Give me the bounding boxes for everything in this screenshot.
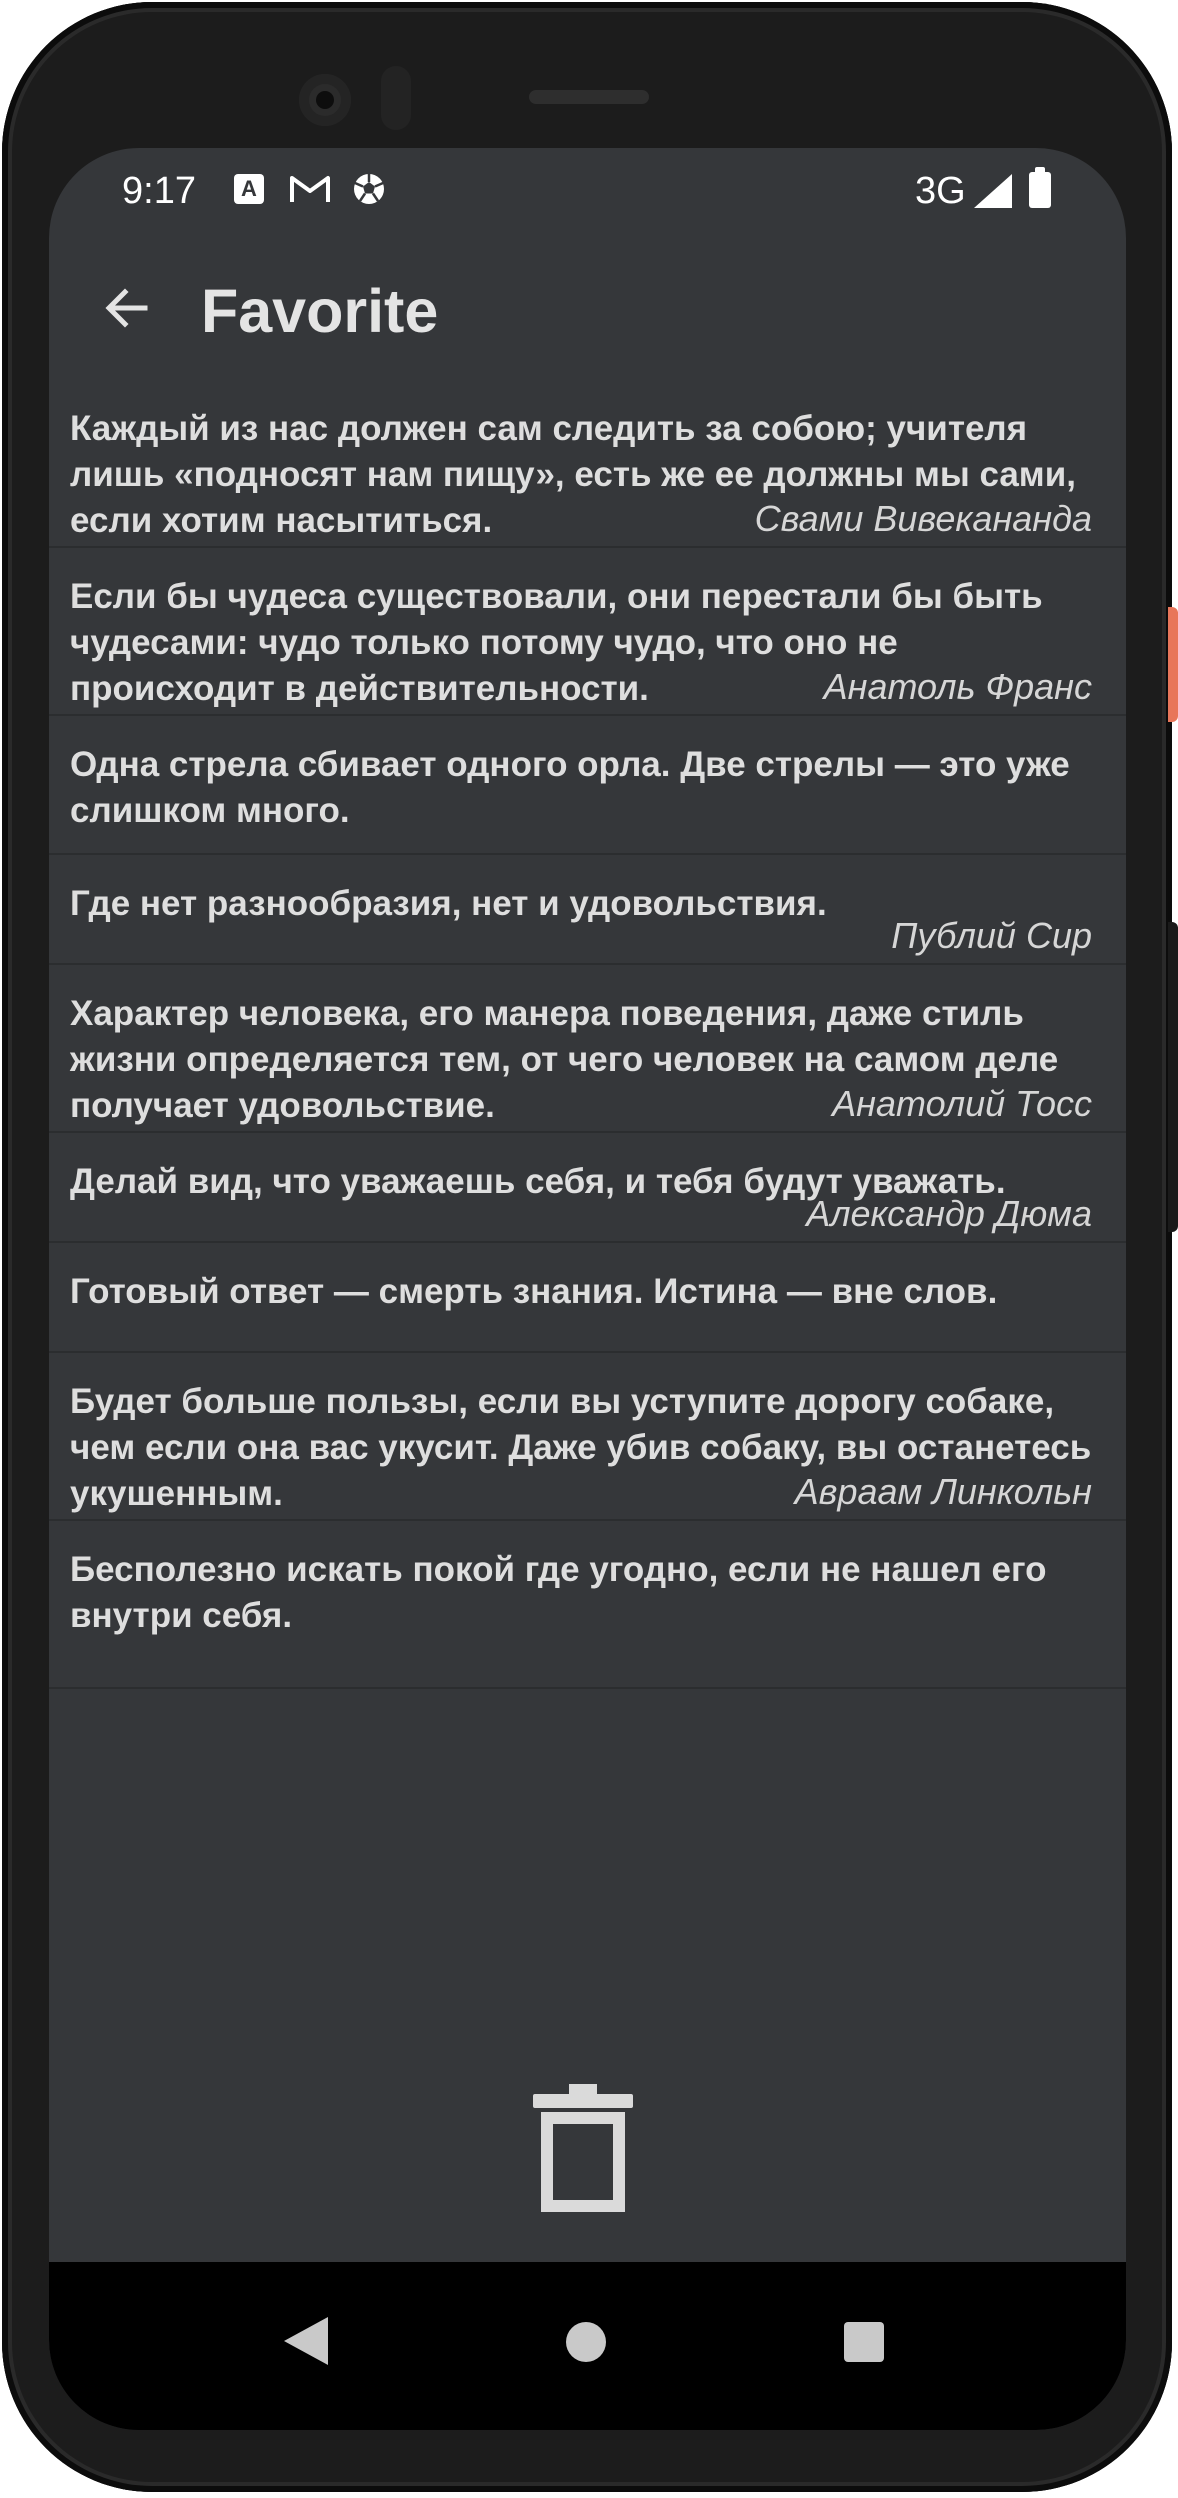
nav-recents-icon[interactable]	[844, 2322, 884, 2362]
phone-frame: 9:17 A 3G Favorite Каждый из нас должен …	[2, 2, 1178, 2492]
quote-author: Анатоль Франс	[823, 666, 1092, 707]
quote-author: Свами Вивекананда	[754, 498, 1092, 539]
app-screen: 9:17 A 3G Favorite Каждый из нас должен …	[49, 148, 1126, 2430]
quote-card[interactable]: Характер человека, его манера поведения,…	[49, 965, 1126, 1133]
gmail-icon	[289, 174, 331, 204]
status-bar: 9:17 A 3G	[49, 148, 1126, 238]
front-camera	[299, 74, 351, 126]
quote-author: Авраам Линкольн	[794, 1471, 1092, 1512]
navigation-bar	[49, 2262, 1126, 2430]
earpiece-speaker	[529, 90, 649, 104]
quote-author: Анатолий Тосс	[832, 1083, 1092, 1124]
quote-card[interactable]: Где нет разнообразия, нет и удовольствия…	[49, 855, 1126, 965]
proximity-sensor	[381, 66, 411, 130]
arrow-left-icon[interactable]	[97, 278, 157, 338]
signal-icon	[974, 174, 1012, 208]
quote-text: Готовый ответ — смерть знания. Истина — …	[70, 1272, 998, 1311]
trash-icon[interactable]	[533, 2084, 633, 2214]
volume-button	[1168, 922, 1178, 1232]
quote-list[interactable]: Каждый из нас должен сам следить за собо…	[49, 380, 1126, 2262]
quote-card[interactable]: Каждый из нас должен сам следить за собо…	[49, 380, 1126, 548]
quote-card[interactable]: Если бы чудеса существовали, они переста…	[49, 548, 1126, 716]
quote-card[interactable]: Делай вид, что уважаешь себя, и тебя буд…	[49, 1133, 1126, 1243]
quote-author: Александр Дюма	[806, 1193, 1092, 1234]
quote-text: Бесполезно искать покой где угодно, если…	[70, 1550, 1047, 1635]
status-time: 9:17	[122, 170, 196, 212]
soccer-ball-icon	[352, 172, 386, 206]
app-toolbar: Favorite	[49, 238, 1126, 380]
nav-home-icon[interactable]	[566, 2322, 606, 2362]
quote-card[interactable]: Одна стрела сбивает одного орла. Две стр…	[49, 716, 1126, 855]
page-title: Favorite	[201, 277, 439, 345]
nav-back-icon[interactable]	[284, 2317, 328, 2365]
quote-card[interactable]: Готовый ответ — смерть знания. Истина — …	[49, 1243, 1126, 1353]
a-icon: A	[234, 174, 264, 204]
quote-card[interactable]: Будет больше пользы, если вы уступите до…	[49, 1353, 1126, 1521]
power-button	[1168, 607, 1178, 722]
battery-icon	[1029, 167, 1051, 208]
network-type: 3G	[915, 170, 966, 212]
quote-text: Одна стрела сбивает одного орла. Две стр…	[70, 745, 1070, 830]
quote-author: Публий Сир	[891, 915, 1092, 956]
quote-card[interactable]: Бесполезно искать покой где угодно, если…	[49, 1521, 1126, 1689]
